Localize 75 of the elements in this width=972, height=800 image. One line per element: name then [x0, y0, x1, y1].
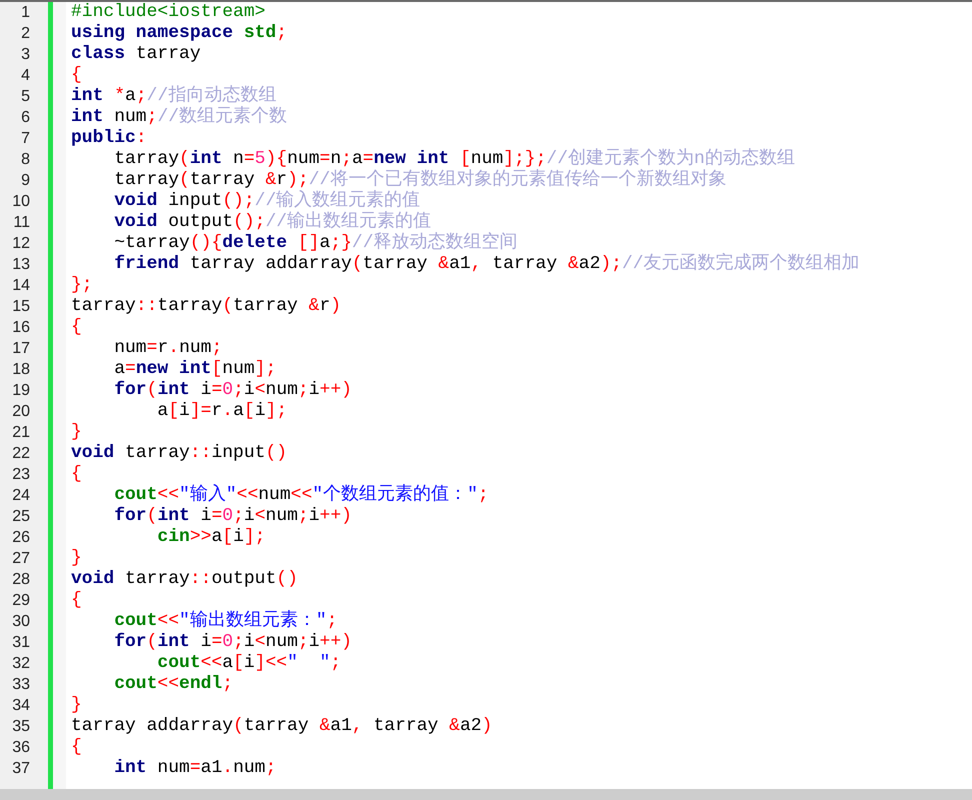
line-number: 6 — [20, 108, 31, 128]
line-number: 20 — [11, 402, 31, 422]
code-line: } — [71, 422, 82, 443]
code-line: { — [71, 65, 82, 86]
code-line: cout<<endl; — [113, 674, 234, 695]
code-line: }; — [71, 275, 93, 296]
code-line: void output();//输出数组元素的值 — [113, 212, 432, 232]
code-line: int *a;//指向动态数组 — [71, 86, 276, 106]
line-number: 4 — [20, 66, 31, 86]
line-number: 32 — [11, 654, 31, 674]
code-line: num=r.num; — [113, 338, 222, 359]
line-number: 2 — [20, 24, 31, 44]
line-number: 33 — [11, 675, 31, 695]
code-line: a=new int[num]; — [113, 359, 276, 380]
code-line: public: — [71, 128, 147, 149]
horizontal-scrollbar[interactable] — [0, 789, 972, 800]
code-line: for(int i=0;i<num;i++) — [113, 632, 352, 653]
code-line: void input();//输入数组元素的值 — [113, 191, 420, 211]
line-number: 1 — [20, 3, 31, 23]
code-line: for(int i=0;i<num;i++) — [113, 506, 352, 527]
code-line: int num=a1.num; — [113, 758, 276, 779]
line-number: 17 — [11, 339, 31, 359]
line-number: 12 — [11, 234, 31, 254]
code-line: tarray addarray(tarray &a1, tarray &a2) — [71, 716, 492, 737]
code-line: cout<<a[i]<<" "; — [156, 653, 342, 674]
code-line: ~tarray(){delete []a;}//释放动态数组空间 — [113, 233, 518, 254]
code-line: int num;//数组元素个数 — [71, 107, 288, 128]
line-number: 8 — [20, 150, 31, 170]
line-number: 19 — [11, 381, 31, 401]
code-line: { — [71, 464, 82, 485]
code-line: { — [71, 317, 82, 338]
line-number: 5 — [20, 87, 31, 107]
code-line: void tarray::output() — [71, 569, 298, 590]
line-number: 16 — [11, 318, 31, 338]
code-line: tarray::tarray(tarray &r) — [71, 296, 342, 317]
line-number: 37 — [11, 759, 31, 779]
line-number: 15 — [11, 297, 31, 317]
line-number: 35 — [11, 717, 31, 737]
line-number: 3 — [20, 45, 31, 65]
line-number: 27 — [11, 549, 31, 569]
line-number: 23 — [11, 465, 31, 485]
code-line: #include<iostream> — [71, 2, 266, 23]
code-line: cout<<"输出数组元素："; — [113, 611, 338, 632]
line-number: 31 — [11, 633, 31, 653]
line-number: 18 — [11, 360, 31, 380]
line-number: 11 — [12, 213, 31, 233]
line-number: 7 — [20, 129, 31, 149]
code-line: } — [71, 548, 82, 569]
code-line: class tarray — [71, 44, 201, 65]
line-number: 24 — [11, 486, 31, 506]
code-line: for(int i=0;i<num;i++) — [113, 380, 352, 401]
line-number: 30 — [11, 612, 31, 632]
line-number: 36 — [11, 738, 31, 758]
line-number: 14 — [11, 276, 31, 296]
code-line: tarray(int n=5){num=n;a=new int [num];};//创建元素个数为n的动态数组 — [113, 149, 795, 169]
line-number: 25 — [11, 507, 31, 527]
line-number: 29 — [11, 591, 31, 611]
line-number: 26 — [11, 528, 31, 548]
line-number: 22 — [11, 444, 31, 464]
code-line: { — [71, 590, 82, 611]
code-line: cin>>a[i]; — [156, 527, 266, 548]
code-line: } — [71, 695, 82, 716]
code-line: friend tarray addarray(tarray &a1, tarray &a2);//友元函数完成两个数组相加 — [113, 254, 860, 275]
line-number: 21 — [11, 423, 31, 443]
code-line: void tarray::input() — [71, 443, 288, 464]
line-number: 28 — [11, 570, 31, 590]
code-line: { — [71, 737, 82, 758]
line-number: 34 — [11, 696, 31, 716]
code-line: tarray(tarray &r);//将一个已有数组对象的元素值传给一个新数组对象 — [113, 170, 726, 190]
code-line: using namespace std; — [71, 23, 288, 44]
code-line: a[i]=r.a[i]; — [156, 401, 288, 422]
line-number: 13 — [11, 255, 31, 275]
line-number: 9 — [20, 171, 31, 191]
code-line: cout<<"输入"<<num<<"个数组元素的值："; — [113, 485, 489, 506]
line-number: 10 — [11, 192, 31, 212]
